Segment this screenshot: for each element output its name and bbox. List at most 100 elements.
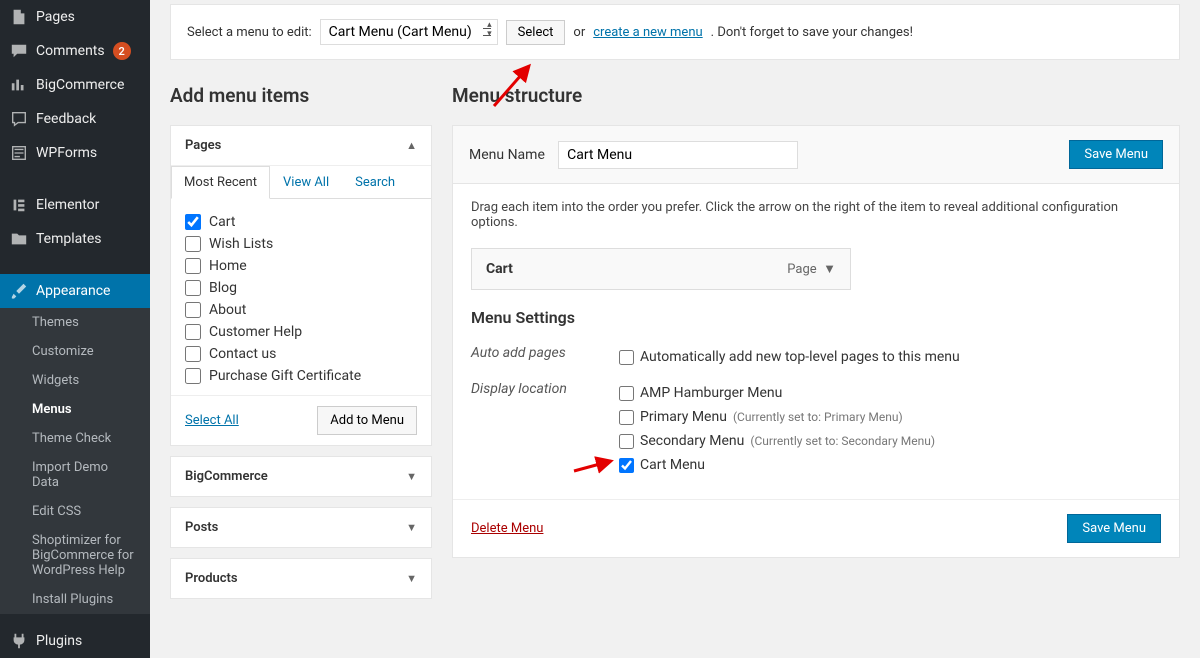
or-text: or [573, 25, 585, 40]
sidebar-item-elementor[interactable]: Elementor [0, 188, 150, 222]
auto-add-label: Auto add pages [471, 345, 619, 369]
posts-panel-toggle[interactable]: Posts▼ [171, 508, 431, 547]
submenu-widgets[interactable]: Widgets [0, 366, 150, 395]
caret-down-icon: ▼ [406, 572, 417, 585]
submenu-menus[interactable]: Menus [0, 395, 150, 424]
menu-name-input[interactable] [558, 141, 798, 169]
auto-add-checkbox[interactable] [619, 350, 634, 365]
page-item[interactable]: Home [185, 255, 417, 277]
posts-panel: Posts▼ [170, 507, 432, 548]
location-checkbox[interactable] [619, 458, 634, 473]
select-all-link[interactable]: Select All [185, 413, 239, 428]
add-to-menu-button[interactable]: Add to Menu [317, 406, 417, 435]
select-button[interactable]: Select [506, 20, 566, 45]
page-item[interactable]: About [185, 299, 417, 321]
select-prompt: Select a menu to edit: [187, 25, 312, 40]
submenu-install-plugins[interactable]: Install Plugins [0, 585, 150, 614]
page-checkbox[interactable] [185, 346, 201, 362]
products-panel-toggle[interactable]: Products▼ [171, 559, 431, 598]
menu-item-cart[interactable]: Cart Page ▼ [471, 248, 851, 290]
display-location-label: Display location [471, 381, 619, 477]
sidebar-label: Pages [36, 9, 75, 25]
caret-down-icon: ▼ [406, 521, 417, 534]
elementor-icon [10, 196, 28, 214]
bigcommerce-panel: BigCommerce▼ [170, 456, 432, 497]
location-option[interactable]: Cart Menu [619, 453, 935, 477]
page-checkbox[interactable] [185, 302, 201, 318]
sidebar-item-pages[interactable]: Pages [0, 0, 150, 34]
sidebar-label: Plugins [36, 633, 82, 649]
sidebar-item-plugins[interactable]: Plugins [0, 624, 150, 658]
submenu-theme-check[interactable]: Theme Check [0, 424, 150, 453]
menu-settings-heading: Menu Settings [471, 308, 1161, 327]
brush-icon [10, 282, 28, 300]
submenu-shoptimizer-help[interactable]: Shoptimizer for BigCommerce for WordPres… [0, 526, 150, 585]
location-option[interactable]: Secondary Menu (Currently set to: Second… [619, 429, 935, 453]
submenu-themes[interactable]: Themes [0, 308, 150, 337]
appearance-submenu: Themes Customize Widgets Menus Theme Che… [0, 308, 150, 614]
menu-name-label: Menu Name [469, 147, 545, 163]
main-content: Select a menu to edit: Cart Menu (Cart M… [150, 0, 1200, 658]
add-items-heading: Add menu items [170, 84, 432, 107]
page-checkbox[interactable] [185, 258, 201, 274]
instructions-text: Drag each item into the order you prefer… [471, 200, 1161, 230]
save-menu-button-top[interactable]: Save Menu [1069, 140, 1163, 169]
page-list[interactable]: Cart Wish Lists Home Blog About Customer… [185, 211, 417, 387]
sidebar-label: Elementor [36, 197, 99, 213]
plug-icon [10, 632, 28, 650]
page-item[interactable]: Contact us [185, 343, 417, 365]
page-checkbox[interactable] [185, 368, 201, 384]
comment-icon [10, 42, 28, 60]
menu-structure-frame: Menu Name Save Menu Drag each item into … [452, 125, 1180, 558]
save-menu-button-bottom[interactable]: Save Menu [1067, 514, 1161, 543]
sidebar-item-comments[interactable]: Comments 2 [0, 34, 150, 68]
tab-search[interactable]: Search [342, 166, 408, 199]
sidebar-label: WPForms [36, 145, 97, 161]
sidebar-label: Appearance [36, 283, 110, 299]
page-item[interactable]: Wish Lists [185, 233, 417, 255]
folder-icon [10, 230, 28, 248]
menu-select-dropdown[interactable]: Cart Menu (Cart Menu) [320, 19, 498, 45]
caret-up-icon: ▲ [406, 139, 417, 152]
menu-structure-heading: Menu structure [452, 84, 1180, 107]
page-item[interactable]: Cart [185, 211, 417, 233]
location-checkbox[interactable] [619, 386, 634, 401]
sidebar-item-wpforms[interactable]: WPForms [0, 136, 150, 170]
location-checkbox[interactable] [619, 434, 634, 449]
delete-menu-link[interactable]: Delete Menu [471, 521, 543, 536]
submenu-import-demo[interactable]: Import Demo Data [0, 453, 150, 497]
sidebar-label: Comments [36, 43, 105, 59]
submenu-edit-css[interactable]: Edit CSS [0, 497, 150, 526]
admin-sidebar: Pages Comments 2 BigCommerce Feedback WP… [0, 0, 150, 658]
sidebar-item-feedback[interactable]: Feedback [0, 102, 150, 136]
page-checkbox[interactable] [185, 280, 201, 296]
location-option[interactable]: AMP Hamburger Menu [619, 381, 935, 405]
page-checkbox[interactable] [185, 214, 201, 230]
page-item[interactable]: Blog [185, 277, 417, 299]
page-item[interactable]: Customer Help [185, 321, 417, 343]
products-panel: Products▼ [170, 558, 432, 599]
chart-icon [10, 76, 28, 94]
page-item[interactable]: Purchase Gift Certificate [185, 365, 417, 387]
tab-most-recent[interactable]: Most Recent [171, 166, 270, 199]
pages-panel-toggle[interactable]: Pages ▲ [171, 126, 431, 165]
bigcommerce-panel-toggle[interactable]: BigCommerce▼ [171, 457, 431, 496]
sidebar-label: Feedback [36, 111, 96, 127]
page-icon [10, 8, 28, 26]
sidebar-item-bigcommerce[interactable]: BigCommerce [0, 68, 150, 102]
feedback-icon [10, 110, 28, 128]
sidebar-label: BigCommerce [36, 77, 124, 93]
pages-tabs: Most Recent View All Search [171, 166, 431, 199]
create-new-menu-link[interactable]: create a new menu [593, 25, 702, 40]
sidebar-item-appearance[interactable]: Appearance [0, 274, 150, 308]
auto-add-option[interactable]: Automatically add new top-level pages to… [619, 345, 960, 369]
location-checkbox[interactable] [619, 410, 634, 425]
page-checkbox[interactable] [185, 236, 201, 252]
location-option[interactable]: Primary Menu (Currently set to: Primary … [619, 405, 935, 429]
page-checkbox[interactable] [185, 324, 201, 340]
pages-panel: Pages ▲ Most Recent View All Search Cart [170, 125, 432, 446]
submenu-customize[interactable]: Customize [0, 337, 150, 366]
tab-view-all[interactable]: View All [270, 166, 342, 199]
sidebar-item-templates[interactable]: Templates [0, 222, 150, 256]
reminder-text: . Don't forget to save your changes! [711, 25, 913, 40]
